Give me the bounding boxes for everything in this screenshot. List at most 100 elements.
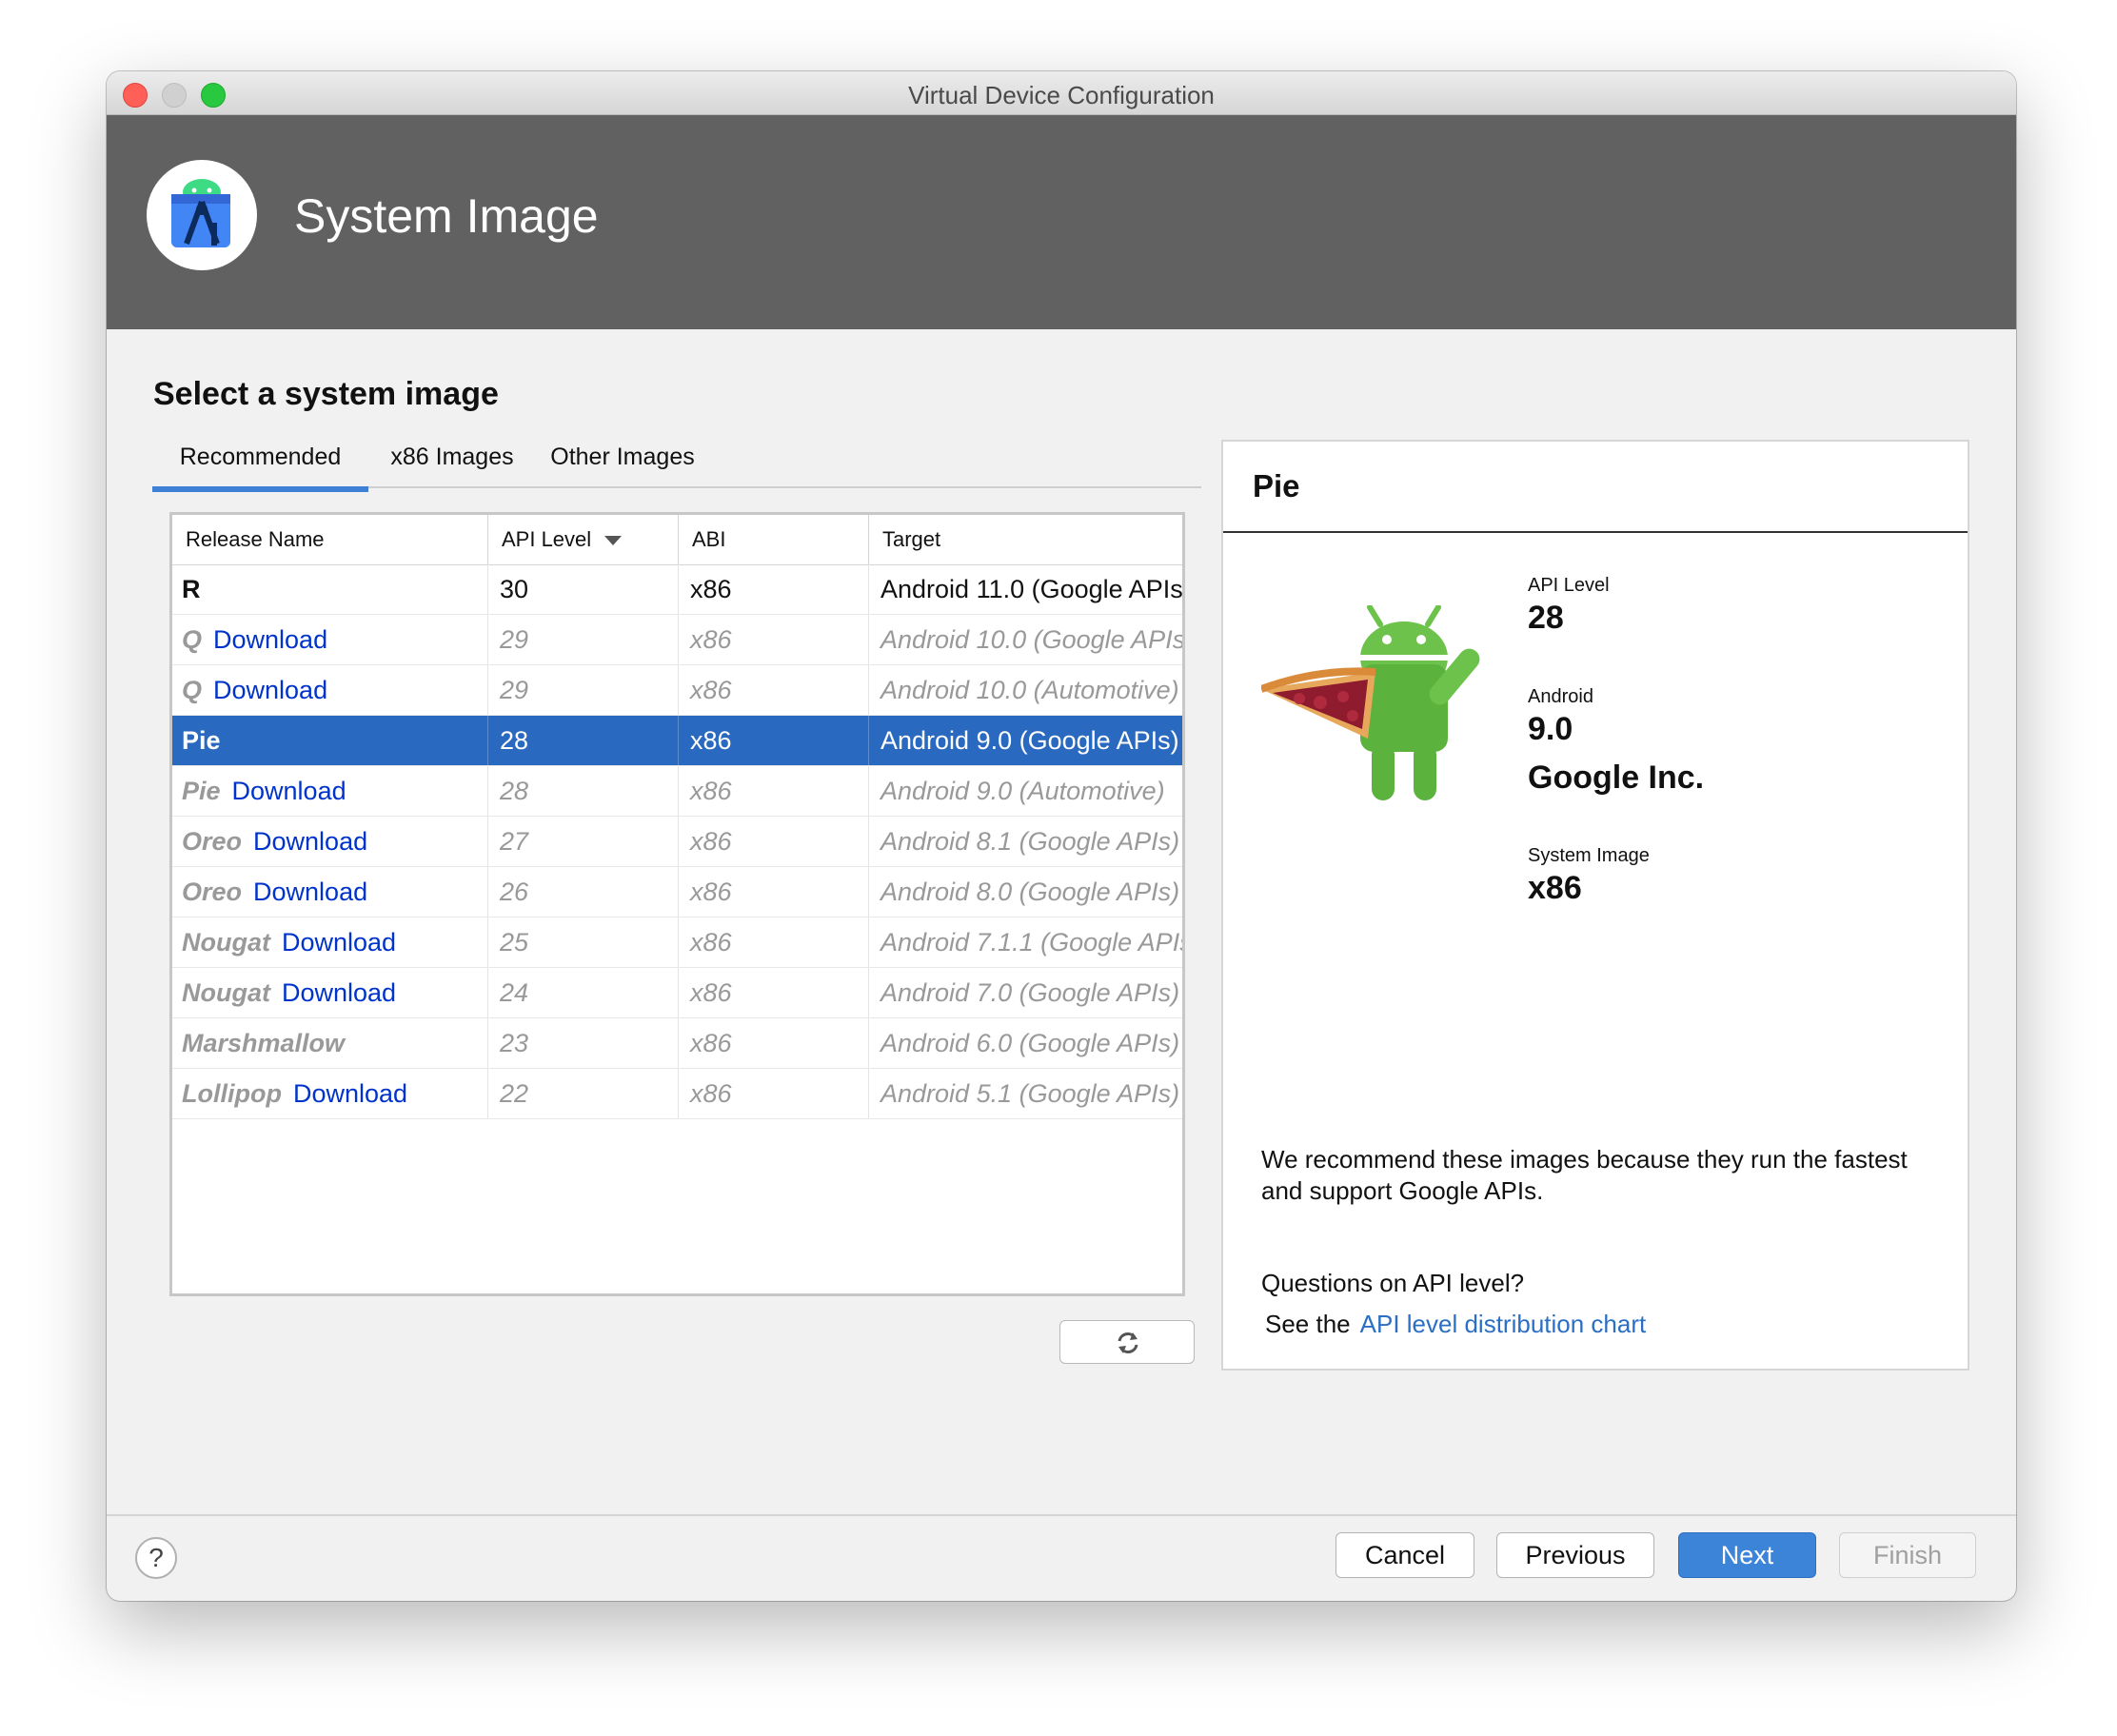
api-level-cell: 24 (488, 968, 679, 1017)
release-name: Oreo (182, 878, 243, 906)
api-level-cell: 27 (488, 817, 679, 866)
api-level-cell: 25 (488, 917, 679, 967)
table-row[interactable]: Marshmallow 23 x86 Android 6.0 (Google APIs… (172, 1018, 1182, 1069)
target-cell: Android 5.1 (Google APIs) (880, 1079, 1180, 1108)
table-row[interactable]: Q Download 29 x86 Android 10.0 (Google APIs) (172, 615, 1182, 665)
footer-divider (107, 1514, 2016, 1516)
api-level-chart-link[interactable]: API level distribution chart (1360, 1310, 1647, 1338)
abi-cell: x86 (679, 615, 869, 664)
api-level-cell: 28 (488, 766, 679, 816)
target-cell: Android 9.0 (Automotive) (880, 777, 1165, 805)
api-level-cell: 30 (488, 564, 679, 614)
release-name-cell: Nougat Download (172, 968, 488, 1017)
target-cell: Android 7.1.1 (Google APIs) (880, 928, 1185, 957)
download-link[interactable]: Download (282, 978, 396, 1007)
finish-button[interactable]: Finish (1839, 1532, 1976, 1578)
target-cell: Android 8.0 (Google APIs) (880, 878, 1180, 906)
tab-other-images[interactable]: Other Images (537, 437, 708, 486)
abi-cell: x86 (679, 968, 869, 1017)
download-link[interactable]: Download (293, 1079, 407, 1108)
refresh-button[interactable] (1059, 1320, 1195, 1364)
column-header-release-name[interactable]: Release Name (172, 515, 488, 564)
release-name: Pie (182, 726, 221, 755)
release-name: Nougat (182, 928, 270, 957)
table-row[interactable]: Oreo Download 27 x86 Android 8.1 (Google API… (172, 817, 1182, 867)
sort-descending-icon (604, 536, 623, 546)
window-title: Virtual Device Configuration (908, 81, 1215, 109)
api-level-cell: 22 (488, 1069, 679, 1118)
download-link[interactable]: Download (213, 625, 327, 654)
abi-cell: x86 (679, 665, 869, 715)
see-chart-line: See the API level distribution chart (1265, 1310, 1646, 1339)
column-header-abi[interactable]: ABI (679, 515, 869, 564)
help-button[interactable]: ? (135, 1537, 177, 1579)
release-name-cell: Pie Download (172, 766, 488, 816)
tab-x86-images[interactable]: x86 Images (386, 437, 519, 486)
next-button[interactable]: Next (1678, 1532, 1816, 1578)
abi-cell: x86 (679, 564, 869, 614)
release-name-cell: Nougat Download (172, 917, 488, 967)
abi-cell: x86 (679, 867, 869, 917)
system-image-table: Release Name API Level ABI Target R 30 x86… (169, 512, 1185, 1296)
release-name: Q (182, 625, 203, 654)
cancel-button[interactable]: Cancel (1335, 1532, 1474, 1578)
release-name: Q (182, 676, 203, 704)
download-link[interactable]: Download (213, 676, 327, 704)
table-row[interactable]: Oreo Download 26 x86 Android 8.0 (Google API… (172, 867, 1182, 917)
release-name-cell: Oreo Download (172, 817, 488, 866)
api-level-cell: 28 (488, 716, 679, 765)
download-link[interactable]: Download (232, 777, 346, 805)
android-studio-icon (147, 160, 257, 270)
header-banner: System Image (107, 115, 2016, 329)
dialog-window: Virtual Device Configuration System Imag… (107, 71, 2016, 1601)
release-name-cell: Oreo Download (172, 867, 488, 917)
abi-cell: x86 (679, 817, 869, 866)
target-cell: Android 11.0 (Google APIs) (880, 575, 1185, 603)
release-name-cell: Q Download (172, 665, 488, 715)
image-tabs: Recommended x86 Images Other Images (152, 437, 1201, 492)
table-row[interactable]: Nougat Download 24 x86 Android 7.0 (Google A… (172, 968, 1182, 1018)
column-header-api-level[interactable]: API Level (488, 515, 679, 564)
column-header-target[interactable]: Target (869, 515, 1182, 564)
table-header: Release Name API Level ABI Target (172, 515, 1182, 565)
api-level-cell: 26 (488, 867, 679, 917)
table-row[interactable]: Q Download 29 x86 Android 10.0 (Automotive) (172, 665, 1182, 716)
release-name-cell: Lollipop Download (172, 1069, 488, 1118)
download-link[interactable]: Download (282, 928, 396, 957)
table-row[interactable]: Nougat Download 25 x86 Android 7.1.1 (Google… (172, 917, 1182, 968)
download-link[interactable]: Download (253, 827, 367, 856)
see-prefix: See the (1265, 1310, 1351, 1338)
previous-button[interactable]: Previous (1496, 1532, 1654, 1578)
release-name-cell: Pie (172, 716, 488, 765)
system-image-label: System Image (1528, 845, 1650, 866)
abi-cell: x86 (679, 716, 869, 765)
table-row[interactable]: Pie 28 x86 Android 9.0 (Google APIs) (172, 716, 1182, 766)
vendor-value: Google Inc. (1528, 760, 1705, 796)
android-label: Android (1528, 686, 1593, 707)
banner-title: System Image (294, 189, 599, 243)
download-link[interactable]: Download (253, 878, 367, 906)
table-row[interactable]: Pie Download 28 x86 Android 9.0 (Automotive) (172, 766, 1182, 817)
api-level-label: API Level (1528, 575, 1610, 596)
release-name: Marshmallow (182, 1029, 346, 1057)
recommendation-text: We recommend these images because they r… (1261, 1145, 1908, 1205)
image-detail-panel: Pie API Level 28 Android 9.0 Google Inc. (1221, 440, 1969, 1371)
abi-cell: x86 (679, 917, 869, 967)
abi-cell: x86 (679, 1018, 869, 1068)
table-row[interactable]: Lollipop Download 22 x86 Android 5.1 (Google… (172, 1069, 1182, 1119)
release-name-cell: Q Download (172, 615, 488, 664)
release-name: R (182, 575, 201, 603)
table-row[interactable]: R 30 x86 Android 11.0 (Google APIs) (172, 564, 1182, 615)
target-cell: Android 10.0 (Automotive) (880, 676, 1179, 704)
system-image-value: x86 (1528, 870, 1582, 906)
table-body: R 30 x86 Android 11.0 (Google APIs) Q Downloa… (172, 564, 1182, 1119)
target-cell: Android 8.1 (Google APIs) (880, 827, 1180, 856)
api-level-value: 28 (1528, 600, 1564, 636)
release-name: Nougat (182, 978, 270, 1007)
abi-cell: x86 (679, 1069, 869, 1118)
target-cell: Android 6.0 (Google APIs) (880, 1029, 1180, 1057)
release-name: Lollipop (182, 1079, 282, 1108)
tab-recommended[interactable]: Recommended (152, 437, 368, 492)
api-level-question: Questions on API level? (1261, 1269, 1525, 1297)
api-level-cell: 23 (488, 1018, 679, 1068)
